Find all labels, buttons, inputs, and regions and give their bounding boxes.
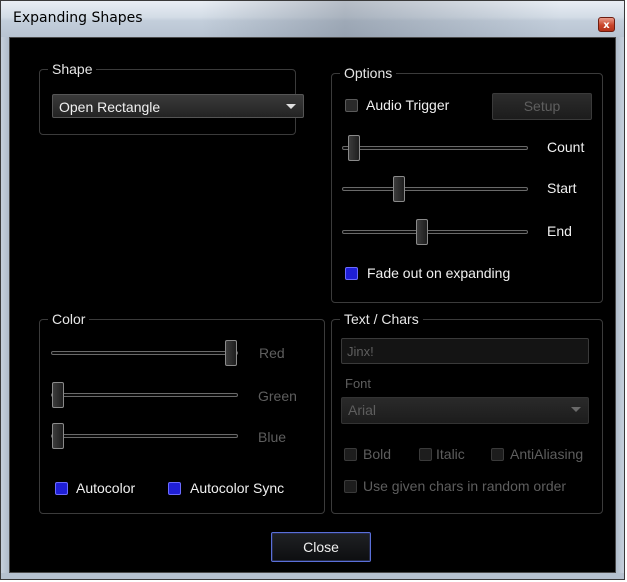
end-slider-track[interactable] [342, 230, 528, 234]
bold-label: Bold [363, 446, 392, 462]
count-slider-thumb[interactable] [348, 135, 360, 161]
autocolor-checkbox[interactable] [55, 482, 68, 495]
blue-slider-label: Blue [258, 429, 287, 445]
chars-text-input[interactable]: Jinx! [341, 338, 589, 364]
start-slider-thumb[interactable] [393, 176, 405, 202]
title-bar[interactable]: Expanding Shapes x [1, 1, 624, 37]
autocolor-sync-checkbox[interactable] [168, 482, 181, 495]
italic-label: Italic [436, 446, 465, 462]
start-slider-track[interactable] [342, 187, 528, 191]
window-close-icon[interactable]: x [598, 17, 615, 32]
options-group-label: Options [340, 65, 397, 81]
green-slider-thumb[interactable] [52, 382, 64, 408]
font-select-value: Arial [348, 402, 377, 418]
end-slider-thumb[interactable] [416, 219, 428, 245]
green-slider-label: Green [258, 388, 297, 404]
autocolor-sync-label: Autocolor Sync [190, 480, 285, 496]
color-group-label: Color [48, 311, 90, 327]
red-slider-label: Red [259, 345, 285, 361]
dialog-window: Expanding Shapes x Shape Open Rectangle … [0, 0, 625, 580]
dialog-content: Shape Open Rectangle Options Audio Trigg… [9, 37, 616, 573]
setup-button[interactable]: Setup [492, 93, 592, 120]
italic-checkbox[interactable] [419, 448, 432, 461]
random-order-label: Use given chars in random order [363, 478, 567, 494]
red-slider-track[interactable] [51, 351, 238, 355]
window-title: Expanding Shapes [13, 10, 143, 26]
window-frame-left [1, 37, 9, 579]
window-frame-bottom [1, 573, 624, 579]
chevron-down-icon [286, 104, 296, 109]
red-slider-thumb[interactable] [225, 340, 237, 366]
blue-slider-thumb[interactable] [52, 423, 64, 449]
window-frame-right [616, 37, 624, 579]
shape-select-value: Open Rectangle [59, 99, 161, 115]
fade-out-checkbox[interactable] [345, 267, 358, 280]
chars-text-value: Jinx! [347, 344, 374, 359]
green-slider-track[interactable] [51, 393, 238, 397]
count-slider-label: Count [547, 139, 585, 155]
bold-checkbox[interactable] [344, 448, 357, 461]
autocolor-label: Autocolor [76, 480, 136, 496]
font-select[interactable]: Arial [341, 397, 589, 424]
end-slider-label: End [547, 223, 572, 239]
blue-slider-track[interactable] [51, 434, 238, 438]
antialiasing-checkbox[interactable] [491, 448, 504, 461]
audio-trigger-checkbox[interactable] [345, 99, 358, 112]
random-order-checkbox[interactable] [344, 480, 357, 493]
count-slider-track[interactable] [342, 146, 528, 150]
antialiasing-label: AntiAliasing [510, 446, 584, 462]
audio-trigger-label: Audio Trigger [366, 97, 450, 113]
shape-group-label: Shape [48, 61, 97, 77]
start-slider-label: Start [547, 180, 577, 196]
shape-select[interactable]: Open Rectangle [52, 94, 304, 118]
fade-out-label: Fade out on expanding [367, 265, 511, 281]
text-chars-group-label: Text / Chars [340, 311, 423, 327]
font-label: Font [345, 376, 372, 391]
chevron-down-icon [571, 407, 581, 412]
close-button[interactable]: Close [271, 532, 371, 562]
